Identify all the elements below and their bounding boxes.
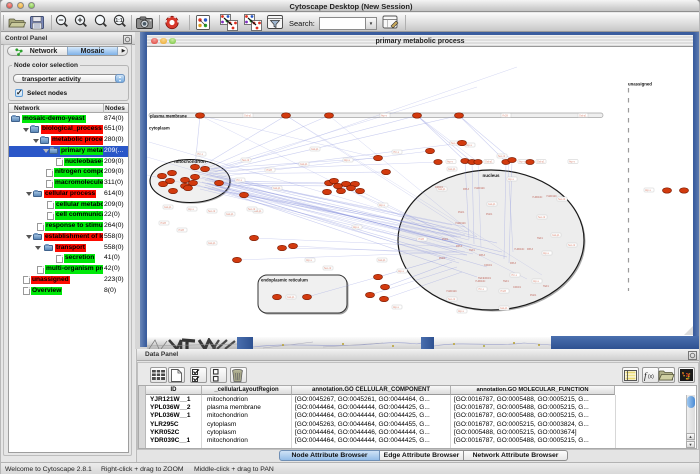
svg-text:Atp-s: Atp-s <box>379 204 386 207</box>
svg-text:TEF1: TEF1 <box>537 237 544 240</box>
svg-text:Ybr-x: Ybr-x <box>393 151 400 154</box>
svg-text:Gal-p1: Gal-p1 <box>164 206 172 209</box>
svg-text:Atp-s: Atp-s <box>508 178 515 181</box>
svg-text:Atp-s: Atp-s <box>188 208 195 211</box>
svg-text:Ylr28: Ylr28 <box>266 169 272 172</box>
svg-text:YLR044C: YLR044C <box>514 248 525 251</box>
svg-text:TEF1: TEF1 <box>469 249 476 252</box>
svg-text:plasma membrane: plasma membrane <box>150 113 187 118</box>
svg-text:Gal-p1: Gal-p1 <box>244 114 252 117</box>
svg-text:PGK1: PGK1 <box>458 211 465 214</box>
svg-text:Ylr28: Ylr28 <box>178 229 184 232</box>
svg-text:Atp-s: Atp-s <box>447 161 454 164</box>
svg-text:RPL3: RPL3 <box>456 245 463 248</box>
svg-text:YGR192C: YGR192C <box>474 187 485 190</box>
svg-text:Sec-t2: Sec-t2 <box>558 198 566 201</box>
svg-text:PGK1: PGK1 <box>486 213 493 216</box>
svg-text:Sec-t2: Sec-t2 <box>448 298 456 301</box>
svg-text:Gal-p1: Gal-p1 <box>579 114 587 117</box>
svg-text:Ybr-x: Ybr-x <box>511 274 518 277</box>
svg-text:Ylr28: Ylr28 <box>502 114 508 117</box>
svg-text:CDC19: CDC19 <box>435 186 444 189</box>
svg-text:(x): (x) <box>648 374 654 380</box>
svg-text:Sec-t2: Sec-t2 <box>538 216 546 219</box>
svg-text:CDC19: CDC19 <box>484 264 493 267</box>
svg-text:Atp-s: Atp-s <box>519 161 526 164</box>
svg-text:Gal-p1: Gal-p1 <box>537 161 545 164</box>
svg-text:Atp-s: Atp-s <box>466 144 473 147</box>
svg-text:CDC19: CDC19 <box>513 286 522 289</box>
svg-text:PGK1: PGK1 <box>530 294 537 297</box>
svg-text:Gal-p1: Gal-p1 <box>552 234 560 237</box>
svg-text:Gal-p1: Gal-p1 <box>226 213 234 216</box>
svg-text:Gal-p1: Gal-p1 <box>300 163 308 166</box>
svg-text:RPL3: RPL3 <box>527 248 534 251</box>
svg-text:Atp-s: Atp-s <box>306 259 313 262</box>
svg-text:YGR192C: YGR192C <box>546 195 557 198</box>
svg-text:unassigned: unassigned <box>628 82 652 87</box>
svg-text:RPL3: RPL3 <box>510 262 517 265</box>
svg-text:Ybr-x: Ybr-x <box>478 288 485 291</box>
svg-text:Sec-t2: Sec-t2 <box>568 244 576 247</box>
svg-text:Atp-s: Atp-s <box>569 161 576 164</box>
svg-text:mitochondrion: mitochondrion <box>174 159 206 164</box>
svg-text:Gal-p1: Gal-p1 <box>485 161 493 164</box>
svg-text:Gal-p1: Gal-p1 <box>488 203 496 206</box>
svg-text:Sec-t2: Sec-t2 <box>242 159 250 162</box>
svg-text:TEF1: TEF1 <box>503 280 510 283</box>
svg-text:Atp-s: Atp-s <box>353 226 360 229</box>
svg-text:1:1: 1:1 <box>115 18 122 24</box>
svg-text:PGK1: PGK1 <box>439 257 446 260</box>
svg-text:Atp-s: Atp-s <box>533 280 540 283</box>
svg-text:Atp-s: Atp-s <box>645 189 652 192</box>
svg-text:nucleus: nucleus <box>482 173 500 178</box>
svg-text:YLR044C: YLR044C <box>475 280 486 283</box>
svg-text:Atp-s: Atp-s <box>344 159 351 162</box>
svg-text:Atp-s: Atp-s <box>393 306 400 309</box>
svg-text:cytoplasm: cytoplasm <box>149 126 170 131</box>
svg-text:Gal-p1: Gal-p1 <box>311 148 319 151</box>
svg-text:YLR044C: YLR044C <box>532 196 543 199</box>
svg-text:Gal-p1: Gal-p1 <box>287 296 295 299</box>
svg-text:Ybr-x: Ybr-x <box>236 179 243 182</box>
svg-text:Sec-t2: Sec-t2 <box>498 155 506 158</box>
svg-text:endoplasmic reticulum: endoplasmic reticulum <box>261 278 308 283</box>
svg-text:Ybr-x: Ybr-x <box>197 153 204 156</box>
svg-text:Sec-t2: Sec-t2 <box>208 210 216 213</box>
svg-text:Gal-p1: Gal-p1 <box>273 187 281 190</box>
svg-text:Atp-s: Atp-s <box>458 310 465 313</box>
svg-text:RPL3: RPL3 <box>463 188 470 191</box>
svg-text:Gal-p1: Gal-p1 <box>378 259 386 262</box>
svg-text:TEF1: TEF1 <box>478 277 485 280</box>
svg-text:Ylr28: Ylr28 <box>160 222 166 225</box>
svg-text:Ylr28: Ylr28 <box>418 238 424 241</box>
svg-text:PGK1: PGK1 <box>442 238 449 241</box>
svg-text:Gal-p1: Gal-p1 <box>448 168 456 171</box>
svg-text:Sec-t2: Sec-t2 <box>324 267 332 270</box>
svg-text:Gal-p1: Gal-p1 <box>500 307 508 310</box>
svg-text:Atp-s: Atp-s <box>381 114 388 117</box>
svg-text:Sec-t2: Sec-t2 <box>248 208 256 211</box>
svg-text:RPL3: RPL3 <box>479 254 486 257</box>
svg-text:YGR192C: YGR192C <box>455 222 466 225</box>
svg-text:Gal-p1: Gal-p1 <box>208 242 216 245</box>
svg-text:Ylr28: Ylr28 <box>500 290 506 293</box>
svg-text:TEF1: TEF1 <box>543 285 550 288</box>
svg-text:Atp-s: Atp-s <box>543 252 550 255</box>
svg-text:Atp-s: Atp-s <box>398 270 405 273</box>
svg-text:YGR192C: YGR192C <box>446 290 457 293</box>
